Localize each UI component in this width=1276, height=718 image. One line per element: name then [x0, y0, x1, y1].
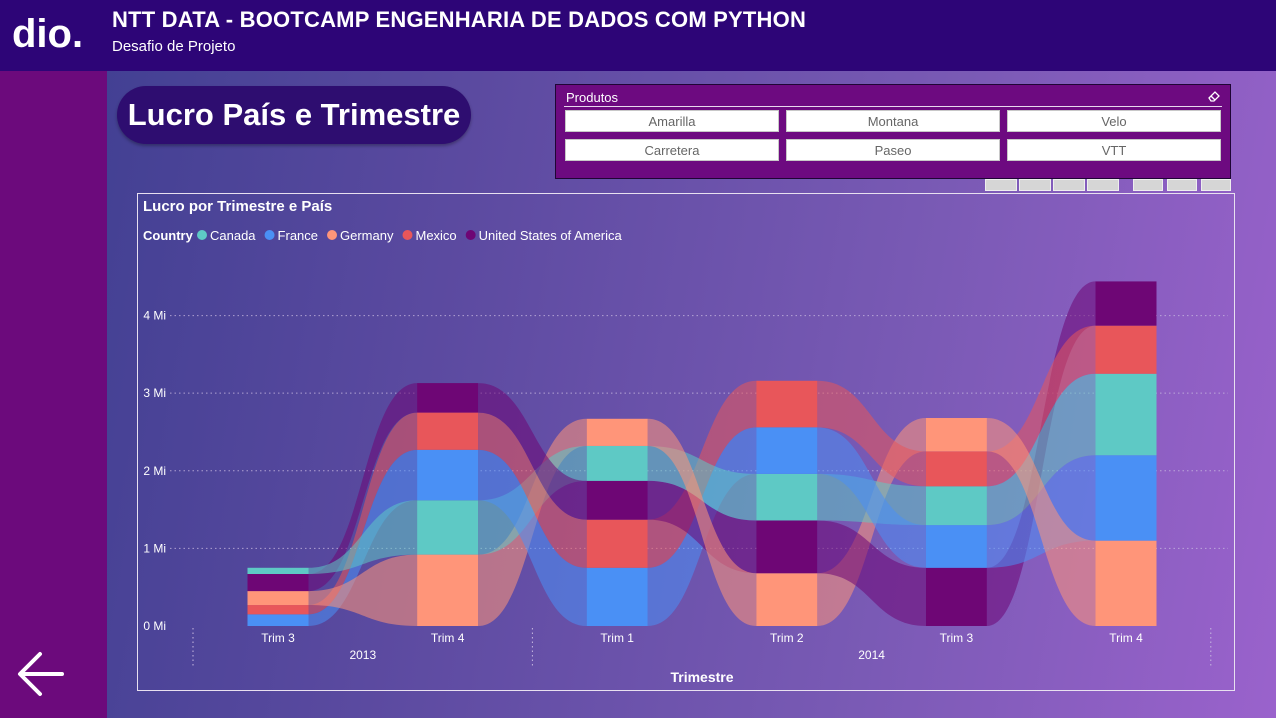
bar-segment-france — [1095, 455, 1157, 541]
legend-item: Canada — [210, 228, 256, 243]
bar-segment-united-states-of-america — [417, 383, 479, 413]
y-tick-label: 0 Mi — [143, 619, 166, 633]
bar-segment-canada — [247, 567, 309, 575]
bar-segment-united-states-of-america — [586, 480, 648, 520]
y-tick-label: 4 Mi — [143, 309, 166, 323]
bar-segment-united-states-of-america — [756, 520, 818, 574]
bar-segment-canada — [417, 500, 479, 555]
more-options-icon[interactable] — [1201, 179, 1231, 191]
bar-segment-germany — [1095, 540, 1157, 626]
year-label: 2013 — [349, 648, 376, 662]
bar-segment-united-states-of-america — [925, 567, 987, 626]
bar-segment-mexico — [1095, 325, 1157, 374]
app-subtitle: Desafio de Projeto — [112, 38, 236, 55]
bar-segment-canada — [586, 445, 648, 481]
x-axis-title: Trimestre — [670, 669, 733, 685]
x-tick-label: Trim 3 — [940, 631, 974, 645]
drill-up-icon[interactable] — [985, 179, 1017, 191]
pin-icon[interactable] — [1133, 179, 1163, 191]
y-tick-label: 1 Mi — [143, 541, 166, 555]
x-tick-label: Trim 3 — [261, 631, 295, 645]
bar-segment-mexico — [925, 451, 987, 487]
legend-item: Mexico — [415, 228, 456, 243]
top-bar: dio. NTT DATA - BOOTCAMP ENGENHARIA DE D… — [0, 0, 1276, 71]
slicer-divider — [564, 106, 1222, 107]
bar-segment-mexico — [247, 605, 309, 615]
slicer-option-vtt[interactable]: VTT — [1007, 139, 1221, 161]
bar-segment-france — [925, 525, 987, 568]
next-level-icon[interactable] — [1053, 179, 1085, 191]
drill-down-icon[interactable] — [1019, 179, 1051, 191]
expand-level-icon[interactable] — [1087, 179, 1119, 191]
slicer-option-paseo[interactable]: Paseo — [786, 139, 1000, 161]
bar-segment-france — [756, 427, 818, 474]
slicer-option-velo[interactable]: Velo — [1007, 110, 1221, 132]
arrow-left-icon[interactable] — [14, 648, 70, 700]
y-tick-label: 2 Mi — [143, 464, 166, 478]
dio-logo: dio. — [12, 14, 83, 54]
legend-marker — [465, 230, 476, 240]
x-tick-label: Trim 4 — [431, 631, 465, 645]
x-tick-label: Trim 1 — [600, 631, 634, 645]
bar-segment-canada — [1095, 373, 1157, 456]
legend-item: France — [278, 228, 318, 243]
legend-item: United States of America — [479, 228, 623, 243]
legend: Country Canada France Germany Mexico United S… — [143, 228, 623, 243]
bar-segment-mexico — [586, 519, 648, 568]
bar-segment-germany — [586, 418, 648, 446]
x-tick-label: Trim 2 — [770, 631, 804, 645]
left-sidebar — [0, 71, 107, 718]
legend-marker — [327, 230, 338, 240]
legend-title: Country — [143, 228, 194, 243]
x-tick-label: Trim 4 — [1109, 631, 1143, 645]
bar-segment-france — [417, 449, 479, 501]
logo-text: dio. — [12, 14, 83, 54]
app-title: NTT DATA - BOOTCAMP ENGENHARIA DE DADOS … — [112, 7, 807, 32]
bar-segment-germany — [417, 554, 479, 626]
slicer-title: Produtos — [566, 90, 619, 105]
chart-title: Lucro por Trimestre e País — [143, 198, 332, 215]
slicer-option-amarilla[interactable]: Amarilla — [565, 110, 779, 132]
year-label: 2014 — [858, 648, 885, 662]
legend-marker — [264, 230, 275, 240]
bar-segment-germany — [925, 418, 987, 452]
bar-segment-france — [247, 614, 309, 626]
bar-segment-germany — [247, 591, 309, 606]
bar-segment-united-states-of-america — [1095, 281, 1157, 326]
ribbon-chart-visual[interactable]: Lucro por Trimestre e País Country Canada… — [137, 193, 1235, 691]
page-title: Lucro País e Trimestre — [117, 86, 471, 144]
legend-marker — [402, 230, 413, 240]
bar-segment-canada — [756, 473, 818, 521]
eraser-icon[interactable] — [1207, 90, 1221, 102]
bar-segment-canada — [925, 486, 987, 526]
ribbon-chart: Lucro por Trimestre e País Country Canada… — [143, 198, 1228, 685]
bar-segment-mexico — [756, 380, 818, 428]
slicer-option-montana[interactable]: Montana — [786, 110, 1000, 132]
y-tick-label: 3 Mi — [143, 386, 166, 400]
product-slicer: Produtos Amarilla Montana Velo Carretera… — [555, 84, 1231, 179]
legend-item: Germany — [340, 228, 394, 243]
bar-segment-mexico — [417, 412, 479, 450]
legend-marker — [197, 230, 207, 240]
bar-segment-france — [586, 567, 648, 626]
bar-segment-united-states-of-america — [247, 574, 309, 592]
visual-header-toolbar — [985, 179, 1233, 191]
focus-mode-icon[interactable] — [1167, 179, 1197, 191]
bar-segment-germany — [756, 573, 818, 626]
slicer-option-carretera[interactable]: Carretera — [565, 139, 779, 161]
